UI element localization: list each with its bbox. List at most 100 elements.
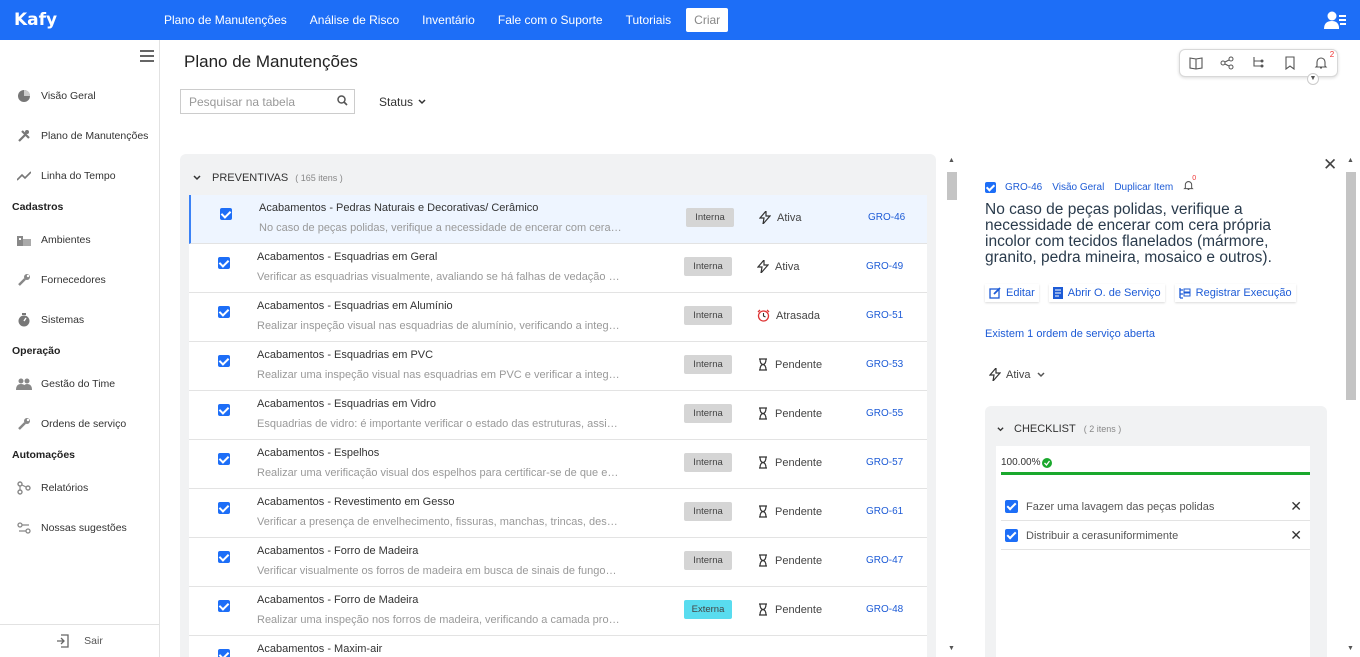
register-execution-button[interactable]: Registrar Execução — [1174, 284, 1296, 302]
type-badge: Interna — [684, 502, 732, 521]
table-row[interactable]: Acabamentos - Esquadrias em Geral Verific… — [189, 244, 927, 293]
scroll-up-icon[interactable]: ▲ — [1347, 157, 1354, 164]
sidebar-item-ambientes[interactable]: Ambientes — [16, 230, 91, 250]
topnav-analise-risco[interactable]: Análise de Risco — [310, 13, 399, 27]
brand-logo[interactable]: Kafy — [14, 10, 57, 30]
scroll-up-icon[interactable]: ▲ — [948, 157, 955, 164]
criar-button[interactable]: Criar — [686, 8, 729, 32]
overview-link[interactable]: Visão Geral — [1052, 182, 1104, 193]
open-orders-link[interactable]: Existem 1 ordem de serviço aberta — [985, 328, 1155, 340]
table-row[interactable]: Acabamentos - Esquadrias em Vidro Esquadr… — [189, 391, 927, 440]
row-code-link[interactable]: GRO-61 — [866, 506, 903, 517]
sidebar-item-fornecedores[interactable]: Fornecedores — [16, 270, 106, 290]
sidebar-item-linha-tempo[interactable]: Linha do Tempo — [16, 166, 116, 186]
list-scrollbar[interactable]: ▲ ▼ — [945, 157, 959, 652]
table-row[interactable]: Acabamentos - Revestimento em Gesso Verif… — [189, 489, 927, 538]
scrollbar-thumb[interactable] — [947, 172, 957, 200]
share-icon[interactable] — [1220, 56, 1234, 70]
user-settings-icon[interactable] — [1324, 10, 1346, 30]
type-badge: Interna — [684, 257, 732, 276]
table-row[interactable]: Acabamentos - Esquadrias em PVC Realizar … — [189, 342, 927, 391]
detail-code-link[interactable]: GRO-46 — [1005, 182, 1042, 193]
row-status-label: Ativa — [775, 260, 800, 273]
row-status-label: Pendente — [775, 407, 823, 420]
table-row[interactable]: Acabamentos - Esquadrias em Alumínio Real… — [189, 293, 927, 342]
group-header[interactable]: PREVENTIVAS ( 165 itens ) — [192, 172, 343, 184]
open-os-button[interactable]: Abrir O. de Serviço — [1048, 284, 1165, 302]
edit-label: Editar — [1006, 287, 1035, 299]
team-icon — [16, 377, 32, 391]
checklist-item[interactable]: Fazer uma lavagem das peças polidas ✕ — [1001, 493, 1310, 521]
detail-bell[interactable]: 0 — [1183, 175, 1196, 194]
sidebar-item-plano[interactable]: Plano de Manutenções — [16, 126, 148, 146]
row-checkbox[interactable] — [218, 502, 230, 514]
checklist-item-checkbox[interactable] — [1005, 529, 1018, 542]
notifications-button[interactable]: 2 — [1314, 50, 1334, 70]
row-checkbox[interactable] — [218, 453, 230, 465]
row-code-link[interactable]: GRO-47 — [866, 555, 903, 566]
row-code-link[interactable]: GRO-48 — [866, 604, 903, 615]
search-icon[interactable] — [337, 95, 348, 106]
row-checkbox[interactable] — [220, 208, 232, 220]
edit-button[interactable]: Editar — [985, 284, 1039, 302]
row-status: Atrasada — [757, 309, 820, 322]
scrollbar-thumb[interactable] — [1346, 172, 1356, 400]
row-code-link[interactable]: GRO-53 — [866, 359, 903, 370]
hierarchy-icon[interactable] — [1251, 56, 1265, 70]
table-row[interactable]: Acabamentos - Maxim-air — [189, 636, 927, 657]
toolbar-expand-icon[interactable]: ▼ — [1307, 73, 1319, 85]
status-filter-dropdown[interactable]: Status — [379, 95, 427, 109]
topnav-inventario[interactable]: Inventário — [422, 13, 475, 27]
row-code-link[interactable]: GRO-55 — [866, 408, 903, 419]
sidebar-item-relatorios[interactable]: Relatórios — [16, 478, 88, 498]
row-checkbox[interactable] — [218, 649, 230, 657]
sidebar-item-label: Ordens de serviço — [41, 418, 127, 430]
sidebar-item-gestao-time[interactable]: Gestão do Time — [16, 374, 115, 394]
menu-icon[interactable] — [140, 50, 154, 65]
row-checkbox[interactable] — [218, 355, 230, 367]
scroll-down-icon[interactable]: ▼ — [1347, 645, 1354, 652]
search-input[interactable]: Pesquisar na tabela — [180, 89, 355, 114]
checklist-item-checkbox[interactable] — [1005, 500, 1018, 513]
sidebar-item-visao-geral[interactable]: Visão Geral — [16, 86, 96, 106]
checklist-header[interactable]: CHECKLIST ( 2 itens ) — [996, 423, 1121, 435]
row-title: Acabamentos - Maxim-air — [257, 643, 383, 655]
detail-status-dropdown[interactable]: Ativa — [989, 368, 1046, 381]
row-checkbox[interactable] — [218, 257, 230, 269]
topnav-tutoriais[interactable]: Tutoriais — [626, 13, 672, 27]
sidebar-item-label: Linha do Tempo — [41, 170, 116, 182]
sidebar-item-ordens-servico[interactable]: Ordens de serviço — [16, 414, 126, 434]
row-code-link[interactable]: GRO-57 — [866, 457, 903, 468]
row-code-link[interactable]: GRO-46 — [868, 212, 905, 223]
row-code-link[interactable]: GRO-51 — [866, 310, 903, 321]
row-checkbox[interactable] — [218, 600, 230, 612]
topnav-suporte[interactable]: Fale com o Suporte — [498, 13, 603, 27]
row-code-link[interactable]: GRO-49 — [866, 261, 903, 272]
row-title: Acabamentos - Forro de Madeira — [257, 594, 419, 606]
scroll-down-icon[interactable]: ▼ — [948, 645, 955, 652]
sidebar-item-sugestoes[interactable]: Nossas sugestões — [16, 518, 127, 538]
table-row[interactable]: Acabamentos - Espelhos Realizar uma verif… — [189, 440, 927, 489]
detail-checkbox[interactable] — [985, 181, 996, 193]
remove-item-icon[interactable]: ✕ — [1290, 498, 1302, 515]
checklist-icon — [1179, 288, 1191, 299]
book-icon[interactable] — [1189, 56, 1203, 70]
row-checkbox[interactable] — [218, 404, 230, 416]
topnav-plano[interactable]: Plano de Manutenções — [164, 13, 287, 27]
row-checkbox[interactable] — [218, 306, 230, 318]
duplicate-link[interactable]: Duplicar Item — [1114, 182, 1173, 193]
sidebar-item-sistemas[interactable]: Sistemas — [16, 310, 84, 330]
checklist-item[interactable]: Distribuir a cerasuniformimente ✕ — [1001, 522, 1310, 550]
table-row[interactable]: Acabamentos - Forro de Madeira Verificar … — [189, 538, 927, 587]
detail-scrollbar[interactable]: ▲ ▼ — [1344, 157, 1358, 652]
table-row[interactable]: Acabamentos - Forro de Madeira Realizar u… — [189, 587, 927, 636]
row-checkbox[interactable] — [218, 551, 230, 563]
type-badge: Externa — [684, 600, 732, 619]
table-row[interactable]: Acabamentos - Pedras Naturais e Decorati… — [189, 195, 927, 244]
bookmark-icon[interactable] — [1283, 56, 1297, 70]
logout-button[interactable]: Sair — [0, 624, 159, 657]
row-description: Realizar inspeção visual nas esquadrias … — [257, 320, 622, 332]
row-status: Ativa — [757, 260, 799, 273]
hourglass-icon — [759, 505, 767, 518]
remove-item-icon[interactable]: ✕ — [1290, 527, 1302, 544]
